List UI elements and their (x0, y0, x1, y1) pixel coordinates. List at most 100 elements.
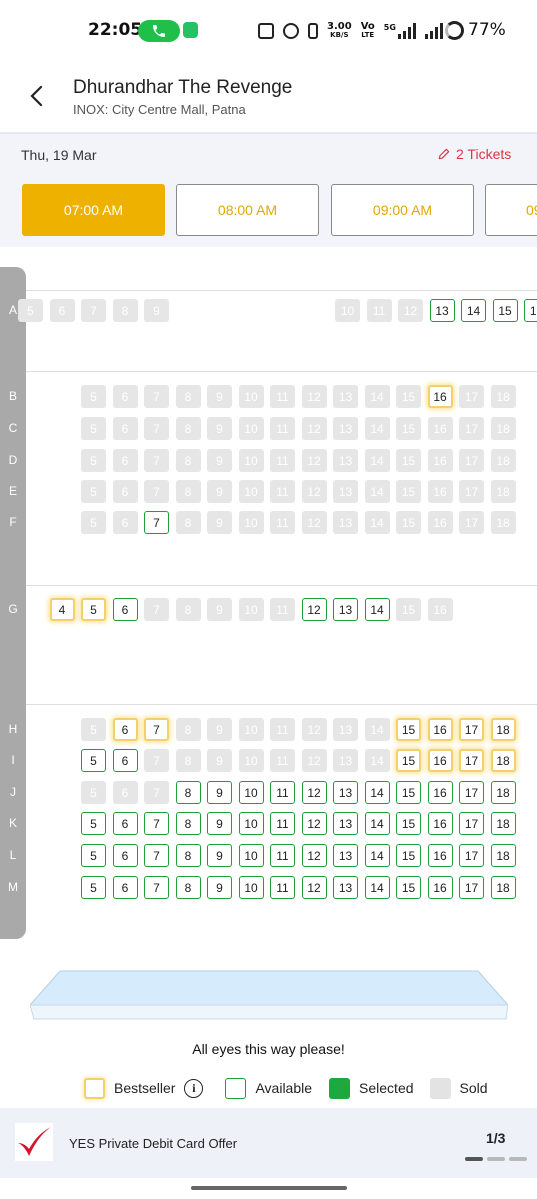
pagination-dot[interactable] (487, 1157, 505, 1161)
seat-b-12: 12 (301, 385, 327, 408)
seat-i-15[interactable]: 15 (396, 749, 421, 772)
seat-k-7[interactable]: 7 (144, 812, 169, 835)
seat-m-9[interactable]: 9 (207, 876, 232, 899)
seat-k-9[interactable]: 9 (207, 812, 232, 835)
seat-g-5[interactable]: 5 (81, 598, 106, 621)
seat-g-14[interactable]: 14 (364, 598, 390, 621)
seat-l-17[interactable]: 17 (459, 844, 484, 867)
seat-f-7[interactable]: 7 (144, 511, 169, 534)
seat-m-13[interactable]: 13 (333, 876, 358, 899)
seat-k-12[interactable]: 12 (301, 812, 327, 835)
seat-k-6[interactable]: 6 (112, 812, 138, 835)
seat-m-7[interactable]: 7 (144, 876, 169, 899)
seat-l-9[interactable]: 9 (207, 844, 232, 867)
back-button[interactable] (22, 80, 54, 112)
seat-k-14[interactable]: 14 (364, 812, 390, 835)
seat-h-18[interactable]: 18 (490, 718, 516, 741)
seat-l-11[interactable]: 11 (270, 844, 295, 867)
seat-l-13[interactable]: 13 (333, 844, 358, 867)
seat-j-13[interactable]: 13 (333, 781, 358, 804)
seat-m-12[interactable]: 12 (301, 876, 327, 899)
seat-a-10: 10 (335, 299, 360, 322)
seat-l-14[interactable]: 14 (364, 844, 390, 867)
seat-j-10[interactable]: 10 (238, 781, 264, 804)
seat-l-15[interactable]: 15 (396, 844, 421, 867)
seat-m-10[interactable]: 10 (238, 876, 264, 899)
seat-g-13[interactable]: 13 (333, 598, 358, 621)
seat-j-14[interactable]: 14 (364, 781, 390, 804)
seat-k-10[interactable]: 10 (238, 812, 264, 835)
seat-i-5[interactable]: 5 (81, 749, 106, 772)
showtime-option[interactable]: 08:00 AM (176, 184, 319, 236)
legend-selected-label: Selected (359, 1080, 414, 1096)
showtime-option[interactable]: 09 (485, 184, 537, 236)
seat-k-13[interactable]: 13 (333, 812, 358, 835)
seat-g-8: 8 (175, 598, 201, 621)
seat-l-5[interactable]: 5 (81, 844, 106, 867)
seat-h-7[interactable]: 7 (144, 718, 169, 741)
seat-m-6[interactable]: 6 (112, 876, 138, 899)
seat-l-12[interactable]: 12 (301, 844, 327, 867)
seat-m-18[interactable]: 18 (490, 876, 516, 899)
seat-i-18[interactable]: 18 (490, 749, 516, 772)
seat-h-15[interactable]: 15 (396, 718, 421, 741)
seat-l-18[interactable]: 18 (490, 844, 516, 867)
seat-k-15[interactable]: 15 (396, 812, 421, 835)
seat-k-5[interactable]: 5 (81, 812, 106, 835)
seat-i-16[interactable]: 16 (427, 749, 453, 772)
offer-banner[interactable]: YES Private Debit Card Offer 1/3 (0, 1108, 537, 1178)
seat-j-11[interactable]: 11 (270, 781, 295, 804)
seat-m-5[interactable]: 5 (81, 876, 106, 899)
seat-j-8[interactable]: 8 (175, 781, 201, 804)
seat-j-15[interactable]: 15 (396, 781, 421, 804)
seat-l-6[interactable]: 6 (112, 844, 138, 867)
volte-sub-label: LTE (361, 31, 375, 39)
seat-m-16[interactable]: 16 (427, 876, 453, 899)
seat-b-16[interactable]: 16 (427, 385, 453, 408)
seat-k-18[interactable]: 18 (490, 812, 516, 835)
seat-k-8[interactable]: 8 (175, 812, 201, 835)
seat-j-12[interactable]: 12 (301, 781, 327, 804)
seat-h-17[interactable]: 17 (459, 718, 484, 741)
show-date[interactable]: Thu, 19 Mar (21, 147, 96, 163)
seat-m-17[interactable]: 17 (459, 876, 484, 899)
seat-a-6: 6 (49, 299, 75, 322)
tickets-button[interactable]: 2 Tickets (437, 146, 511, 162)
showtime-option[interactable]: 09:00 AM (331, 184, 474, 236)
seat-m-14[interactable]: 14 (364, 876, 390, 899)
seat-g-6[interactable]: 6 (112, 598, 138, 621)
call-icon[interactable] (138, 20, 180, 42)
seat-e-12: 12 (301, 480, 327, 503)
seat-i-17[interactable]: 17 (459, 749, 484, 772)
seat-a-13[interactable]: 13 (429, 299, 455, 322)
seat-a-16[interactable]: 16 (524, 299, 537, 322)
seat-h-16[interactable]: 16 (427, 718, 453, 741)
info-icon[interactable]: i (184, 1078, 204, 1098)
seat-a-15[interactable]: 15 (492, 299, 518, 322)
seat-l-8[interactable]: 8 (175, 844, 201, 867)
seat-j-9[interactable]: 9 (207, 781, 232, 804)
seat-g-4[interactable]: 4 (49, 598, 75, 621)
showtime-option[interactable]: 07:00 AM (22, 184, 165, 236)
seat-j-16[interactable]: 16 (427, 781, 453, 804)
seat-j-17[interactable]: 17 (459, 781, 484, 804)
seat-c-9: 9 (207, 417, 232, 440)
seat-k-17[interactable]: 17 (459, 812, 484, 835)
seat-j-7: 7 (144, 781, 169, 804)
seat-m-15[interactable]: 15 (396, 876, 421, 899)
seat-l-16[interactable]: 16 (427, 844, 453, 867)
seat-a-14[interactable]: 14 (461, 299, 486, 322)
seat-g-12[interactable]: 12 (301, 598, 327, 621)
pagination-dot[interactable] (509, 1157, 527, 1161)
seat-h-6[interactable]: 6 (112, 718, 138, 741)
home-indicator[interactable] (191, 1186, 347, 1190)
seat-m-11[interactable]: 11 (270, 876, 295, 899)
seat-k-11[interactable]: 11 (270, 812, 295, 835)
seat-j-18[interactable]: 18 (490, 781, 516, 804)
seat-l-10[interactable]: 10 (238, 844, 264, 867)
seat-i-6[interactable]: 6 (112, 749, 138, 772)
seat-k-16[interactable]: 16 (427, 812, 453, 835)
pagination-dot[interactable] (465, 1157, 483, 1161)
seat-l-7[interactable]: 7 (144, 844, 169, 867)
seat-m-8[interactable]: 8 (175, 876, 201, 899)
